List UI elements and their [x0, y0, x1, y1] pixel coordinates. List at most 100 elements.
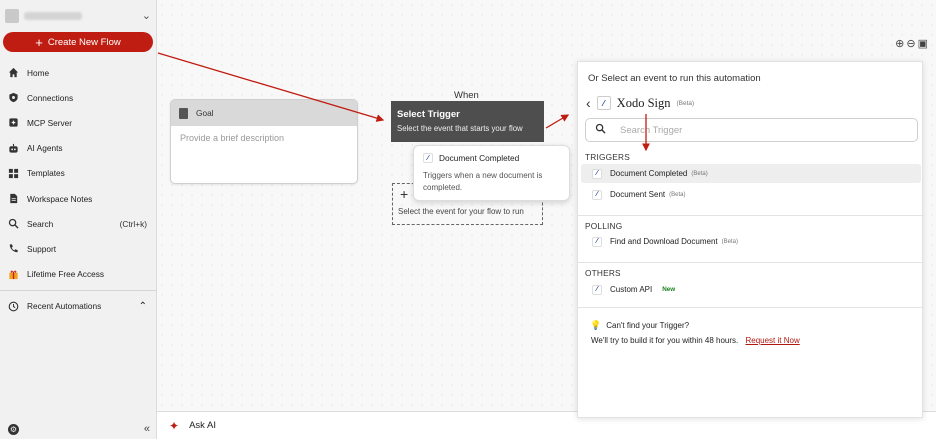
section-others: OTHERS — [585, 268, 621, 278]
sidebar-item-mcp-server[interactable]: MCP Server — [0, 110, 157, 135]
polling-find-and-download-document[interactable]: ⁄ Find and Download Document (Beta) — [581, 232, 921, 251]
app-header: ‹ ⁄ Xodo Sign (Beta) — [586, 95, 694, 111]
trigger-tooltip: ⁄ Document Completed Triggers when a new… — [413, 145, 570, 201]
section-polling: POLLING — [585, 221, 623, 231]
clock-icon — [8, 301, 19, 312]
item-label: Document Completed — [610, 169, 688, 178]
zoom-in-icon[interactable]: ⊕ — [895, 37, 904, 50]
sidebar-item-label: Connections — [27, 92, 74, 103]
sidebar-item-label: Support — [27, 243, 57, 254]
plus-icon: + — [35, 34, 43, 50]
collapse-sidebar-icon[interactable]: « — [144, 423, 150, 435]
when-label: When — [454, 90, 479, 101]
beta-badge: (Beta) — [669, 191, 686, 198]
trigger-document-sent[interactable]: ⁄ Document Sent (Beta) — [581, 185, 921, 204]
phone-icon — [8, 243, 19, 254]
sidebar-item-label: Workspace Notes — [27, 193, 93, 204]
section-divider — [578, 307, 924, 308]
app-name: Xodo Sign — [616, 95, 671, 110]
item-label: Custom API — [610, 285, 653, 294]
sparkle-icon: ✦ — [169, 418, 180, 433]
beta-badge: (Beta) — [691, 170, 708, 177]
tooltip-title: Document Completed — [439, 153, 520, 163]
robot-icon — [8, 143, 19, 154]
shield-icon — [8, 92, 19, 103]
trigger-document-completed[interactable]: ⁄ Document Completed (Beta) — [581, 164, 921, 183]
request-it-now-link[interactable]: Request it Now — [745, 336, 799, 345]
section-triggers: TRIGGERS — [585, 152, 630, 162]
sidebar-item-templates[interactable]: Templates — [0, 161, 157, 186]
home-icon — [8, 67, 19, 78]
section-divider — [578, 215, 924, 216]
chevron-up-icon[interactable]: ⌃ — [139, 301, 147, 312]
recent-automations-toggle[interactable]: Recent Automations ⌃ — [0, 294, 157, 319]
cant-find-trigger: 💡 Can't find your Trigger? — [590, 320, 689, 331]
goal-card[interactable]: Goal Provide a brief description — [170, 99, 358, 184]
trigger-selection-panel: Or Select an event to run this automatio… — [577, 61, 924, 418]
sidebar-item-support[interactable]: Support — [0, 236, 157, 261]
lightbulb-icon: 💡 — [590, 320, 602, 330]
sidebar-item-label: Search — [27, 218, 54, 229]
xodo-sign-icon: ⁄ — [592, 284, 602, 295]
item-label: Find and Download Document — [610, 237, 718, 246]
section-divider — [578, 262, 924, 263]
trigger-subtitle: Select the event that starts your flow — [397, 124, 523, 133]
create-new-flow-label: Create New Flow — [47, 36, 121, 48]
beta-badge: (Beta) — [721, 238, 738, 245]
select-trigger-node[interactable]: Select Trigger Select the event that sta… — [391, 101, 544, 142]
search-shortcut: (Ctrl+k) — [119, 218, 147, 229]
search-trigger-input[interactable] — [620, 124, 880, 136]
fit-view-icon[interactable]: ▣ — [918, 37, 928, 50]
xodo-sign-logo-icon: ⁄ — [596, 96, 611, 110]
sidebar-nav: Home Connections MCP Server AI Agents Te… — [0, 60, 157, 319]
tooltip-description: Triggers when a new document is complete… — [423, 171, 543, 192]
sidebar-item-label: Lifetime Free Access — [27, 269, 105, 280]
request-help-line: We'll try to build it for you within 48 … — [591, 336, 800, 345]
trigger-search[interactable] — [585, 118, 918, 142]
goal-card-header: Goal — [171, 100, 357, 126]
sidebar: ⌄ + Create New Flow Home Connections MCP… — [0, 0, 157, 439]
sidebar-footer: ⚙ « — [8, 422, 150, 436]
cant-find-text: Can't find your Trigger? — [606, 321, 690, 330]
workspace-switcher[interactable]: ⌄ — [5, 5, 153, 27]
sidebar-item-lifetime-free-access[interactable]: Lifetime Free Access — [0, 262, 157, 287]
chevron-down-icon[interactable]: ⌄ — [142, 9, 151, 22]
search-icon — [8, 218, 19, 229]
zoom-controls: ⊕ ⊖ ▣ — [895, 37, 928, 50]
sidebar-item-label: Home — [27, 67, 50, 78]
new-badge: New — [662, 286, 676, 293]
sidebar-item-label: Templates — [27, 168, 65, 179]
document-icon — [179, 107, 188, 119]
goal-title: Goal — [196, 108, 214, 118]
sidebar-item-label: MCP Server — [27, 117, 73, 128]
xodo-sign-icon: ⁄ — [592, 236, 602, 247]
sidebar-item-workspace-notes[interactable]: Workspace Notes — [0, 186, 157, 211]
xodo-sign-icon: ⁄ — [592, 189, 602, 200]
workspace-name-redacted — [24, 12, 82, 20]
sidebar-item-search[interactable]: Search (Ctrl+k) — [0, 211, 157, 236]
settings-icon[interactable]: ⚙ — [8, 423, 19, 435]
app-beta-badge: (Beta) — [676, 99, 695, 107]
goal-description-placeholder[interactable]: Provide a brief description — [171, 126, 357, 150]
recent-automations-label: Recent Automations — [27, 301, 102, 312]
workspace-avatar — [5, 9, 19, 23]
add-step-hint: Select the event for your flow to run — [398, 207, 524, 216]
sidebar-item-label: AI Agents — [27, 143, 63, 154]
panel-heading: Or Select an event to run this automatio… — [588, 73, 761, 84]
others-custom-api[interactable]: ⁄ Custom API New — [581, 280, 921, 299]
ask-ai-label: Ask AI — [189, 420, 216, 431]
zoom-out-icon[interactable]: ⊖ — [906, 37, 915, 50]
sidebar-item-connections[interactable]: Connections — [0, 85, 157, 110]
well-try-text: We'll try to build it for you within 48 … — [591, 336, 739, 345]
trigger-title: Select Trigger — [397, 109, 460, 120]
xodo-sign-icon: ⁄ — [423, 153, 433, 163]
back-arrow-icon[interactable]: ‹ — [586, 95, 591, 111]
sidebar-divider — [0, 289, 157, 291]
sidebar-item-home[interactable]: Home — [0, 60, 157, 85]
sidebar-item-ai-agents[interactable]: AI Agents — [0, 136, 157, 161]
create-new-flow-button[interactable]: + Create New Flow — [3, 32, 153, 52]
grid-icon — [8, 168, 19, 179]
note-icon — [8, 193, 19, 204]
gift-icon — [8, 269, 19, 280]
plus-icon[interactable]: + — [400, 186, 408, 202]
